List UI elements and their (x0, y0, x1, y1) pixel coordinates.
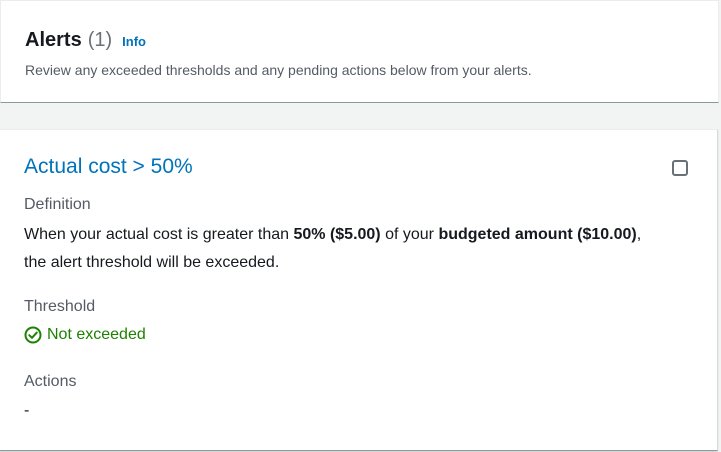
threshold-percent-amount: 50% ($5.00) (293, 226, 381, 243)
alert-title-link[interactable]: Actual cost > 50% (24, 155, 193, 179)
threshold-label: Threshold (24, 298, 96, 315)
page-title: Alerts (25, 29, 82, 51)
header-description: Review any exceeded thresholds and any p… (25, 62, 532, 78)
definition-label: Definition (24, 196, 91, 213)
actions-value: - (24, 402, 30, 419)
definition-text-part-1: When your actual cost is greater than (24, 226, 294, 243)
definition-text-part-2: of your (380, 226, 439, 243)
definition-text: When your actual cost is greater than 50… (24, 221, 664, 277)
actions-label: Actions (24, 373, 77, 390)
alerts-header-panel: Alerts (1) Info Review any exceeded thre… (0, 0, 719, 103)
info-link[interactable]: Info (122, 34, 146, 49)
alert-select-checkbox[interactable] (672, 160, 688, 176)
budgeted-amount: budgeted amount ($10.00) (438, 226, 637, 243)
check-circle-icon (24, 326, 42, 344)
header-title-row: Alerts (1) Info (25, 29, 146, 52)
alert-card: Actual cost > 50% Definition When your a… (0, 129, 718, 451)
threshold-status-text: Not exceeded (47, 326, 146, 343)
alert-count: (1) (87, 29, 113, 51)
threshold-status: Not exceeded (24, 326, 146, 344)
